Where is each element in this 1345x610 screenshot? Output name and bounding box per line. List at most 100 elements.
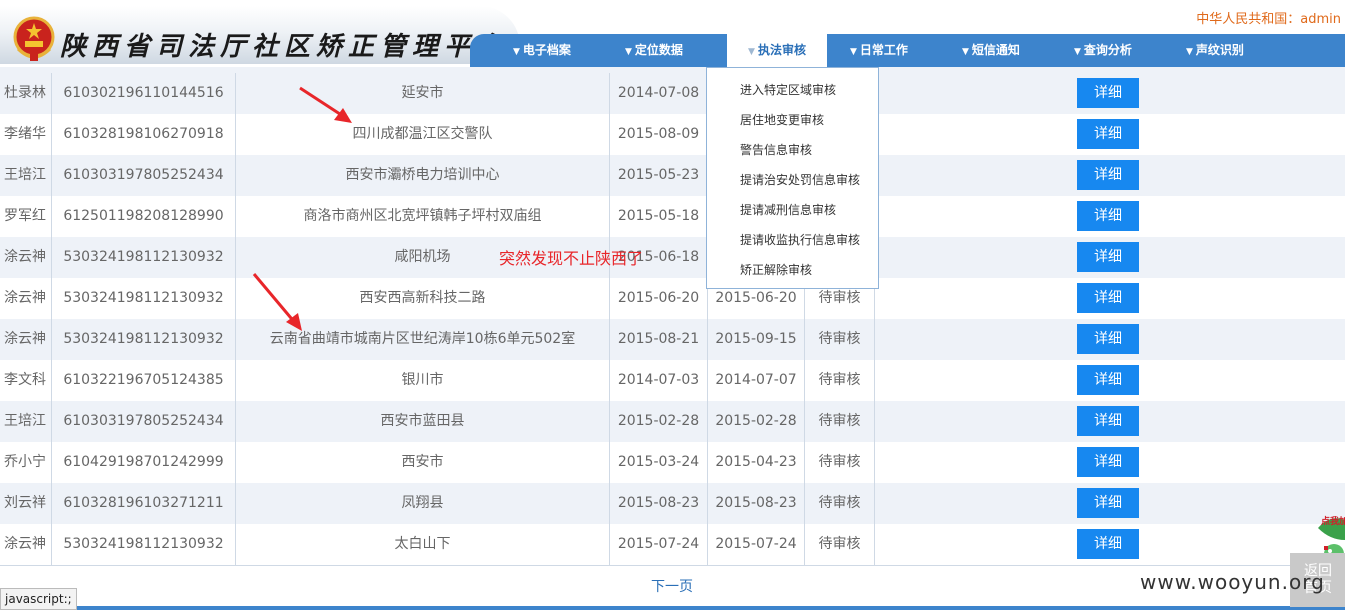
cell-start-date: 2014-07-08 [610, 73, 708, 114]
detail-button[interactable]: 详细 [1077, 119, 1139, 149]
nav-item-enforcement-review[interactable]: ▼ 执法审核 [727, 34, 827, 67]
cell-name: 罗军红 [0, 196, 52, 237]
triangle-down-icon: ▼ [1074, 47, 1081, 57]
watermark: www.wooyun.org [1140, 570, 1325, 594]
detail-button[interactable]: 详细 [1077, 78, 1139, 108]
cell-action: 详细 [875, 319, 1345, 360]
menu-item-sentence-reduction-review[interactable]: 提请减刑信息审核 [740, 201, 836, 218]
cell-action: 详细 [875, 196, 1345, 237]
page-header: 陕西省司法厅社区矫正管理平台 中华人民共和国：admin ▼ 电子档案 ▼ 定位数据… [0, 0, 1345, 67]
cell-start-date: 2014-07-03 [610, 360, 708, 401]
cell-address: 四川成都温江区交警队 [236, 114, 610, 155]
cell-action: 详细 [875, 483, 1345, 524]
table-row: 罗军红 612501198208128990 商洛市商州区北宽坪镇韩子坪村双庙组 20… [0, 196, 1345, 238]
cell-address: 延安市 [236, 73, 610, 114]
triangle-down-icon: ▼ [625, 47, 632, 57]
detail-button[interactable]: 详细 [1077, 447, 1139, 477]
detail-button[interactable]: 详细 [1077, 283, 1139, 313]
table-row: 王培江 610303197805252434 西安市蓝田县 2015-02-28 201… [0, 401, 1345, 443]
menu-item-imprisonment-review[interactable]: 提请收监执行信息审核 [740, 231, 860, 248]
nav-item-voiceprint[interactable]: ▼ 声纹识别 [1186, 34, 1244, 67]
cell-name: 涂云神 [0, 524, 52, 565]
annotation-text: 突然发现不止陕西了 [499, 249, 644, 268]
table-row: 李绪华 610328198106270918 四川成都温江区交警队 2015-08-0… [0, 114, 1345, 156]
cell-start-date: 2015-03-24 [610, 442, 708, 483]
detail-button[interactable]: 详细 [1077, 242, 1139, 272]
cell-status: 待审核 [805, 483, 875, 524]
nav-item-location-data[interactable]: ▼ 定位数据 [625, 34, 683, 67]
cell-id-number: 530324198112130932 [52, 319, 236, 360]
cell-address: 太白山下 [236, 524, 610, 565]
cell-id-number: 612501198208128990 [52, 196, 236, 237]
cell-name: 刘云祥 [0, 483, 52, 524]
menu-item-special-area-review[interactable]: 进入特定区域审核 [740, 81, 836, 98]
user-info[interactable]: 中华人民共和国：admin [1196, 8, 1341, 27]
cell-start-date: 2015-07-24 [610, 524, 708, 565]
table-row: 涂云神 530324198112130932 咸阳机场 2015-06-18 详细 [0, 237, 1345, 279]
cell-id-number: 530324198112130932 [52, 278, 236, 319]
cell-action: 详细 [875, 442, 1345, 483]
cell-action: 详细 [875, 73, 1345, 114]
national-emblem-icon [13, 16, 55, 61]
menu-item-warning-review[interactable]: 警告信息审核 [740, 141, 812, 158]
menu-item-residence-change-review[interactable]: 居住地变更审核 [740, 111, 824, 128]
cell-id-number: 610328196103271211 [52, 483, 236, 524]
nav-item-query-analysis[interactable]: ▼ 查询分析 [1074, 34, 1132, 67]
menu-item-correction-release-review[interactable]: 矫正解除审核 [740, 261, 812, 278]
cell-address: 西安市 [236, 442, 610, 483]
cell-end-date: 2015-07-24 [708, 524, 805, 565]
menu-item-security-penalty-review[interactable]: 提请治安处罚信息审核 [740, 171, 860, 188]
table-row: 涂云神 530324198112130932 西安西高新科技二路 2015-06-20… [0, 278, 1345, 320]
detail-button[interactable]: 详细 [1077, 488, 1139, 518]
cell-status: 待审核 [805, 360, 875, 401]
cell-start-date: 2015-06-20 [610, 278, 708, 319]
enforcement-review-dropdown: 进入特定区域审核 居住地变更审核 警告信息审核 提请治安处罚信息审核 提请减刑信… [706, 67, 879, 289]
detail-button[interactable]: 详细 [1077, 160, 1139, 190]
nav-item-electronic-archive[interactable]: ▼ 电子档案 [513, 34, 571, 67]
triangle-down-icon: ▼ [1186, 47, 1193, 57]
cell-name: 王培江 [0, 401, 52, 442]
cell-status: 待审核 [805, 442, 875, 483]
detail-button[interactable]: 详细 [1077, 529, 1139, 559]
cell-status: 待审核 [805, 319, 875, 360]
table-row: 乔小宁 610429198701242999 西安市 2015-03-24 2015-0… [0, 442, 1345, 484]
cell-status: 待审核 [805, 401, 875, 442]
cell-address: 西安市灞桥电力培训中心 [236, 155, 610, 196]
triangle-down-icon: ▼ [748, 47, 755, 57]
cell-start-date: 2015-08-09 [610, 114, 708, 155]
table-row: 刘云祥 610328196103271211 凤翔县 2015-08-23 2015-0… [0, 483, 1345, 525]
next-page-link[interactable]: 下一页 [651, 576, 693, 596]
detail-button[interactable]: 详细 [1077, 406, 1139, 436]
cell-action: 详细 [875, 114, 1345, 155]
cell-end-date: 2015-09-15 [708, 319, 805, 360]
red-arrow-icon [299, 86, 352, 123]
detail-button[interactable]: 详细 [1077, 365, 1139, 395]
cell-id-number: 530324198112130932 [52, 524, 236, 565]
cell-name: 杜录林 [0, 73, 52, 114]
cell-name: 乔小宁 [0, 442, 52, 483]
cell-name: 王培江 [0, 155, 52, 196]
cell-id-number: 610429198701242999 [52, 442, 236, 483]
cell-start-date: 2015-08-21 [610, 319, 708, 360]
bottom-bar [0, 606, 1345, 610]
cell-end-date: 2014-07-07 [708, 360, 805, 401]
table-row: 王培江 610303197805252434 西安市灞桥电力培训中心 2015-05-… [0, 155, 1345, 197]
detail-button[interactable]: 详细 [1077, 201, 1139, 231]
main-navbar: ▼ 电子档案 ▼ 定位数据 ▼ 执法审核 ▼ 日常工作 ▼ 短信通知 ▼ 查询分析 ▼ 声纹识… [470, 34, 1345, 67]
triangle-down-icon: ▼ [513, 47, 520, 57]
table-row: 李文科 610322196705124385 银川市 2014-07-03 2014-0… [0, 360, 1345, 402]
nav-item-sms-notice[interactable]: ▼ 短信通知 [962, 34, 1020, 67]
cell-start-date: 2015-08-23 [610, 483, 708, 524]
browser-status-bar: javascript:; [0, 588, 77, 610]
cell-address: 西安市蓝田县 [236, 401, 610, 442]
cell-action: 详细 [875, 360, 1345, 401]
cell-end-date: 2015-02-28 [708, 401, 805, 442]
cell-name: 李文科 [0, 360, 52, 401]
cell-start-date: 2015-05-23 [610, 155, 708, 196]
cell-address: 银川市 [236, 360, 610, 401]
cell-name: 涂云神 [0, 319, 52, 360]
cell-id-number: 610328198106270918 [52, 114, 236, 155]
cell-action: 详细 [875, 237, 1345, 278]
detail-button[interactable]: 详细 [1077, 324, 1139, 354]
nav-item-daily-work[interactable]: ▼ 日常工作 [850, 34, 908, 67]
